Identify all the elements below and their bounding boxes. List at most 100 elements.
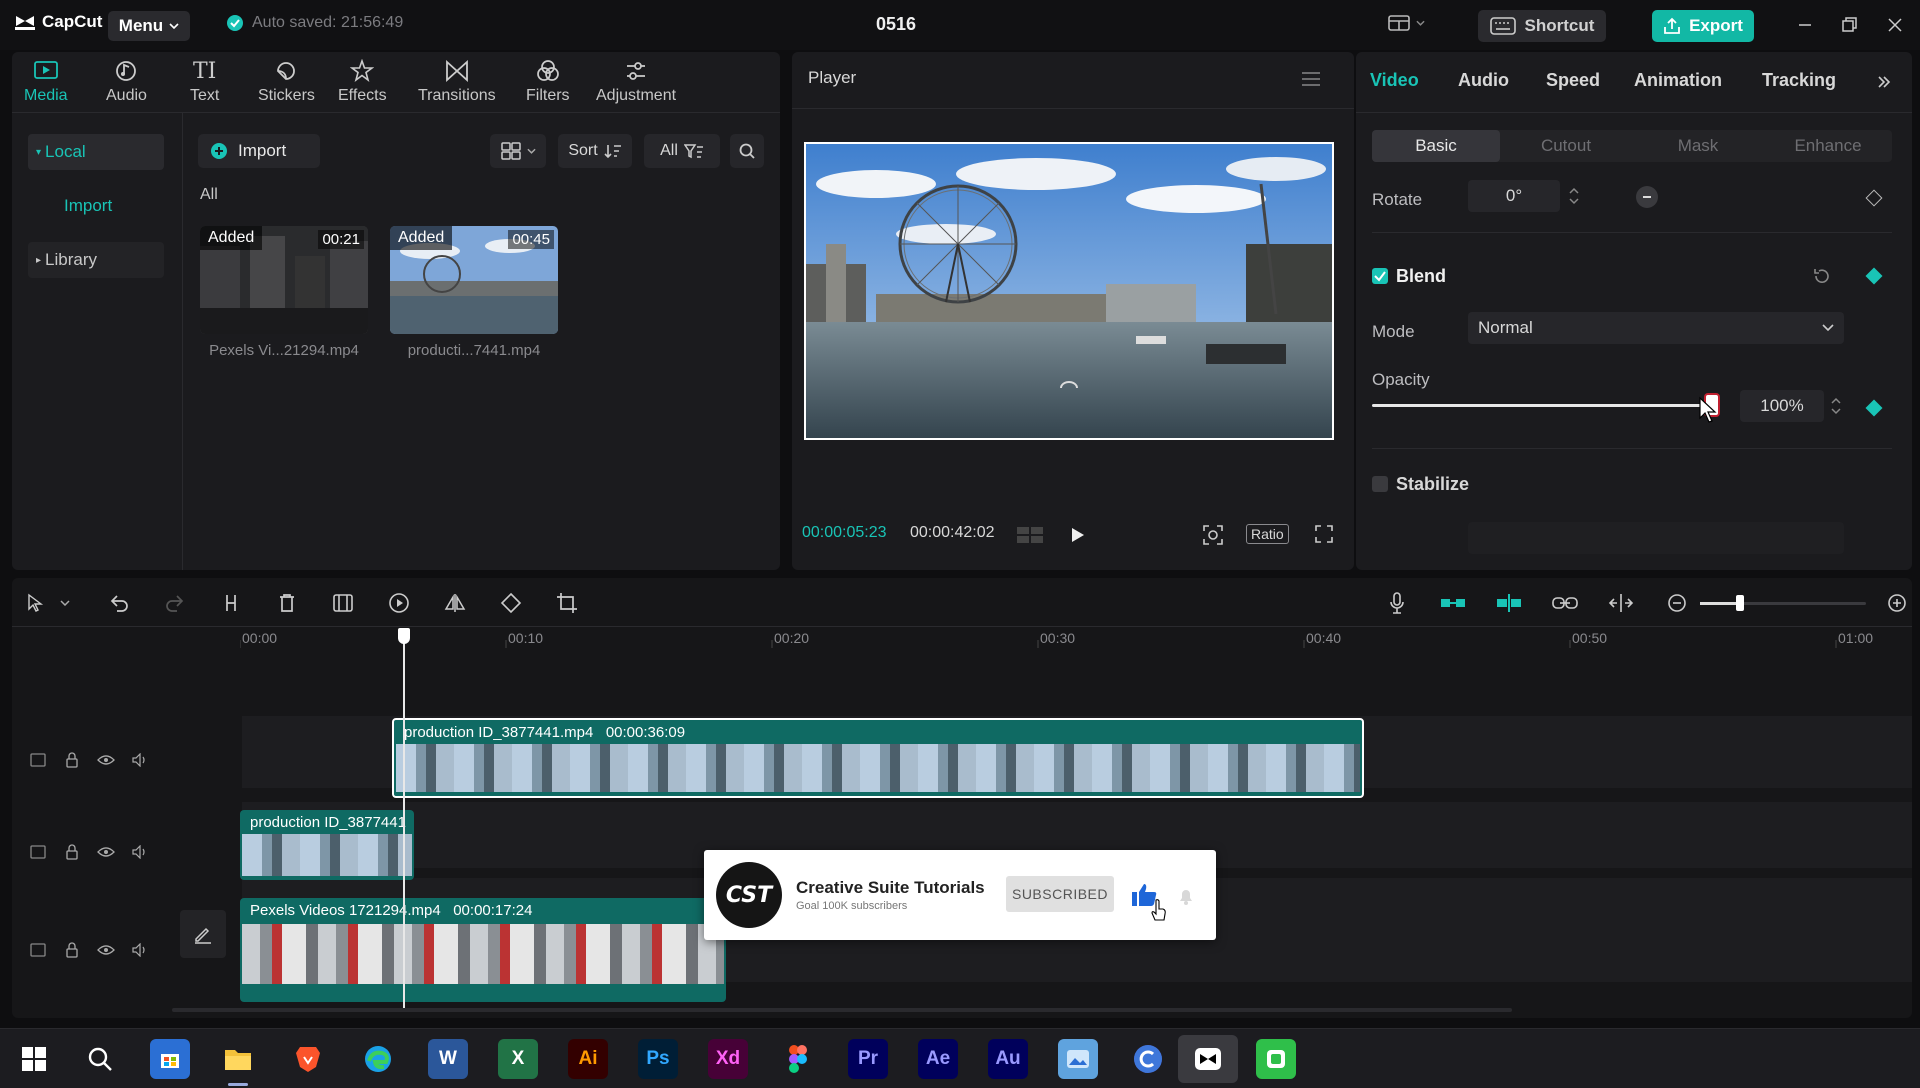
zoom-out-button[interactable] [1664,590,1690,616]
tab-text[interactable]: TI Text [190,58,219,105]
stabilize-checkbox[interactable] [1372,476,1388,492]
rotate-keyframe-icon[interactable] [1865,189,1883,207]
capcut-taskbar-icon[interactable] [1178,1035,1238,1083]
view-mode-button[interactable] [490,134,546,168]
link-button[interactable] [1552,590,1578,616]
brave-icon[interactable] [288,1039,328,1079]
subtab-enhance[interactable]: Enhance [1764,130,1892,162]
export-button[interactable]: Export [1652,10,1754,42]
illustrator-icon[interactable]: Ai [568,1039,608,1079]
freeze-button[interactable] [330,590,356,616]
file-explorer-icon[interactable] [218,1039,258,1079]
minimize-icon[interactable] [1794,14,1816,36]
tab-animation[interactable]: Animation [1634,70,1722,91]
delete-button[interactable] [274,590,300,616]
drag-handle-icon[interactable] [1058,380,1080,390]
media-item-2[interactable]: Added 00:45 [390,226,558,334]
track-audio-toggle[interactable] [130,842,150,862]
timecode-grid-icon[interactable] [1016,526,1046,544]
tab-tracking[interactable]: Tracking [1762,70,1836,91]
fit-screen-icon[interactable] [1202,524,1224,546]
track-visibility-toggle[interactable] [96,940,116,960]
mirror-button[interactable] [442,590,468,616]
double-chevron-right-icon[interactable] [1876,74,1892,90]
tab-audio[interactable]: Audio [106,58,147,105]
auto-snap-button[interactable] [1496,590,1522,616]
track-lock-toggle[interactable] [62,940,82,960]
playhead-handle[interactable] [398,628,410,644]
sidebar-item-import[interactable]: Import [28,188,164,224]
ratio-button[interactable]: Ratio [1246,524,1289,544]
reset-icon[interactable] [1812,266,1832,286]
track-cover-toggle[interactable] [28,842,48,862]
preview-axis-button[interactable] [1608,590,1634,616]
windows-start-icon[interactable] [14,1039,54,1079]
tab-stickers[interactable]: Stickers [258,58,315,105]
xd-icon[interactable]: Xd [708,1039,748,1079]
track-visibility-toggle[interactable] [96,842,116,862]
tab-transitions[interactable]: Transitions [418,58,496,105]
excel-icon[interactable]: X [498,1039,538,1079]
close-icon[interactable] [1884,14,1906,36]
sidebar-item-local[interactable]: ▾ Local [28,134,164,170]
tab-speed[interactable]: Speed [1546,70,1600,91]
mode-select[interactable]: Normal [1468,312,1844,344]
track-lock-toggle[interactable] [62,750,82,770]
rotate-dial-icon[interactable] [1634,184,1660,210]
search-button[interactable] [730,134,764,168]
split-button[interactable] [218,590,244,616]
clip-production-main[interactable]: production ID_3877441.mp4 00:00:36:09 [392,718,1364,798]
opacity-input[interactable]: 100% [1740,390,1824,422]
tab-filters[interactable]: Filters [526,58,570,105]
undo-button[interactable] [106,590,132,616]
premiere-icon[interactable]: Pr [848,1039,888,1079]
zoom-slider-handle[interactable] [1736,595,1744,611]
track-audio-toggle[interactable] [130,940,150,960]
photos-icon[interactable] [1058,1039,1098,1079]
timeline-scrollbar[interactable] [172,1008,1512,1012]
stepper-icon[interactable] [1830,394,1842,418]
opacity-keyframe-icon[interactable] [1865,399,1883,417]
tab-video[interactable]: Video [1370,70,1419,91]
track-cover-toggle[interactable] [28,940,48,960]
cover-edit-button[interactable] [180,910,226,958]
stepper-icon[interactable] [1568,184,1580,208]
subscribed-button[interactable]: SUBSCRIBED [1006,876,1114,912]
store-icon[interactable] [150,1039,190,1079]
layout-button[interactable] [1388,14,1425,32]
sidebar-item-library[interactable]: ▸ Library [28,242,164,278]
subtab-basic[interactable]: Basic [1372,130,1500,162]
search-icon[interactable] [80,1039,120,1079]
canva-icon[interactable] [1128,1039,1168,1079]
tab-media[interactable]: Media [24,58,68,105]
clip-production-overlay[interactable]: production ID_3877441 [240,810,414,880]
word-icon[interactable]: W [428,1039,468,1079]
tab-effects[interactable]: Effects [338,58,387,105]
shortcut-button[interactable]: Shortcut [1478,10,1606,42]
track-visibility-toggle[interactable] [96,750,116,770]
zoom-slider[interactable] [1700,595,1866,611]
opacity-slider[interactable] [1372,395,1718,415]
fullscreen-icon[interactable] [1314,524,1334,544]
tab-adjustment[interactable]: Adjustment [596,58,676,105]
bell-icon[interactable] [1176,886,1196,906]
rotate-input[interactable]: 0° [1468,180,1560,212]
crop-button[interactable] [554,590,580,616]
zoom-in-button[interactable] [1884,590,1910,616]
video-preview[interactable] [804,142,1334,440]
subtab-mask[interactable]: Mask [1634,130,1762,162]
hamburger-icon[interactable] [1300,70,1322,88]
menu-button[interactable]: Menu [108,11,190,41]
track-lock-toggle[interactable] [62,842,82,862]
audition-icon[interactable]: Au [988,1039,1028,1079]
rotate-button[interactable] [498,590,524,616]
main-track-magnet-button[interactable] [1440,590,1466,616]
record-audio-button[interactable] [1384,590,1410,616]
play-icon[interactable] [1068,526,1086,544]
import-button[interactable]: Import [198,134,320,168]
blend-keyframe-icon[interactable] [1865,267,1883,285]
tab-audio-props[interactable]: Audio [1458,70,1509,91]
playhead[interactable] [403,630,405,1008]
restore-icon[interactable] [1838,14,1860,36]
clip-pexels[interactable]: Pexels Videos 1721294.mp4 00:00:17:24 [240,898,726,1002]
